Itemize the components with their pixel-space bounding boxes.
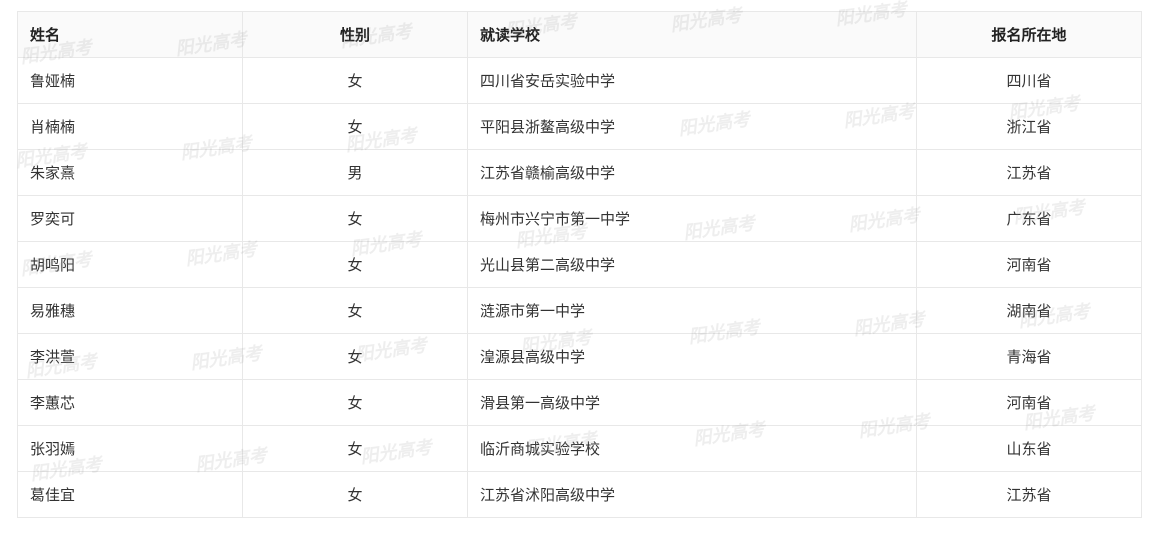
cell-school: 平阳县浙鳌高级中学 [467, 103, 917, 150]
table-row: 易雅穗 女 涟源市第一中学 湖南省 [17, 287, 1142, 334]
cell-name: 罗奕可 [17, 195, 243, 242]
cell-school: 湟源县高级中学 [467, 333, 917, 380]
table-row: 李洪萱 女 湟源县高级中学 青海省 [17, 333, 1142, 380]
cell-region: 湖南省 [916, 287, 1142, 334]
cell-gender: 女 [242, 287, 468, 334]
cell-school: 梅州市兴宁市第一中学 [467, 195, 917, 242]
cell-school: 临沂商城实验学校 [467, 425, 917, 472]
cell-school: 滑县第一高级中学 [467, 379, 917, 426]
cell-gender: 男 [242, 149, 468, 196]
table-row: 胡鸣阳 女 光山县第二高级中学 河南省 [17, 241, 1142, 288]
cell-school: 光山县第二高级中学 [467, 241, 917, 288]
cell-region: 山东省 [916, 425, 1142, 472]
cell-gender: 女 [242, 379, 468, 426]
cell-name: 朱家熹 [17, 149, 243, 196]
cell-name: 肖楠楠 [17, 103, 243, 150]
table-row: 张羽嫣 女 临沂商城实验学校 山东省 [17, 425, 1142, 472]
header-region: 报名所在地 [916, 11, 1142, 58]
cell-gender: 女 [242, 195, 468, 242]
admission-table: 姓名 性别 就读学校 报名所在地 鲁娅楠 女 四川省安岳实验中学 四川省 肖楠楠… [17, 11, 1142, 518]
cell-region: 河南省 [916, 241, 1142, 288]
table-row: 李蕙芯 女 滑县第一高级中学 河南省 [17, 379, 1142, 426]
cell-gender: 女 [242, 241, 468, 288]
cell-gender: 女 [242, 57, 468, 104]
cell-name: 胡鸣阳 [17, 241, 243, 288]
cell-gender: 女 [242, 333, 468, 380]
cell-region: 广东省 [916, 195, 1142, 242]
table-row: 鲁娅楠 女 四川省安岳实验中学 四川省 [17, 57, 1142, 104]
header-name: 姓名 [17, 11, 243, 58]
cell-gender: 女 [242, 471, 468, 518]
cell-region: 江苏省 [916, 149, 1142, 196]
admission-table-container: 姓名 性别 就读学校 报名所在地 鲁娅楠 女 四川省安岳实验中学 四川省 肖楠楠… [17, 11, 1142, 518]
cell-gender: 女 [242, 425, 468, 472]
cell-school: 江苏省沭阳高级中学 [467, 471, 917, 518]
cell-school: 江苏省赣榆高级中学 [467, 149, 917, 196]
table-row: 朱家熹 男 江苏省赣榆高级中学 江苏省 [17, 149, 1142, 196]
cell-name: 鲁娅楠 [17, 57, 243, 104]
cell-region: 江苏省 [916, 471, 1142, 518]
cell-name: 李蕙芯 [17, 379, 243, 426]
table-row: 肖楠楠 女 平阳县浙鳌高级中学 浙江省 [17, 103, 1142, 150]
table-header-row: 姓名 性别 就读学校 报名所在地 [17, 11, 1142, 58]
cell-school: 四川省安岳实验中学 [467, 57, 917, 104]
cell-gender: 女 [242, 103, 468, 150]
header-gender: 性别 [242, 11, 468, 58]
table-row: 罗奕可 女 梅州市兴宁市第一中学 广东省 [17, 195, 1142, 242]
cell-region: 浙江省 [916, 103, 1142, 150]
table-row: 葛佳宜 女 江苏省沭阳高级中学 江苏省 [17, 471, 1142, 518]
cell-school: 涟源市第一中学 [467, 287, 917, 334]
cell-name: 张羽嫣 [17, 425, 243, 472]
cell-name: 李洪萱 [17, 333, 243, 380]
cell-region: 青海省 [916, 333, 1142, 380]
header-school: 就读学校 [467, 11, 917, 58]
cell-name: 葛佳宜 [17, 471, 243, 518]
cell-region: 河南省 [916, 379, 1142, 426]
cell-name: 易雅穗 [17, 287, 243, 334]
cell-region: 四川省 [916, 57, 1142, 104]
